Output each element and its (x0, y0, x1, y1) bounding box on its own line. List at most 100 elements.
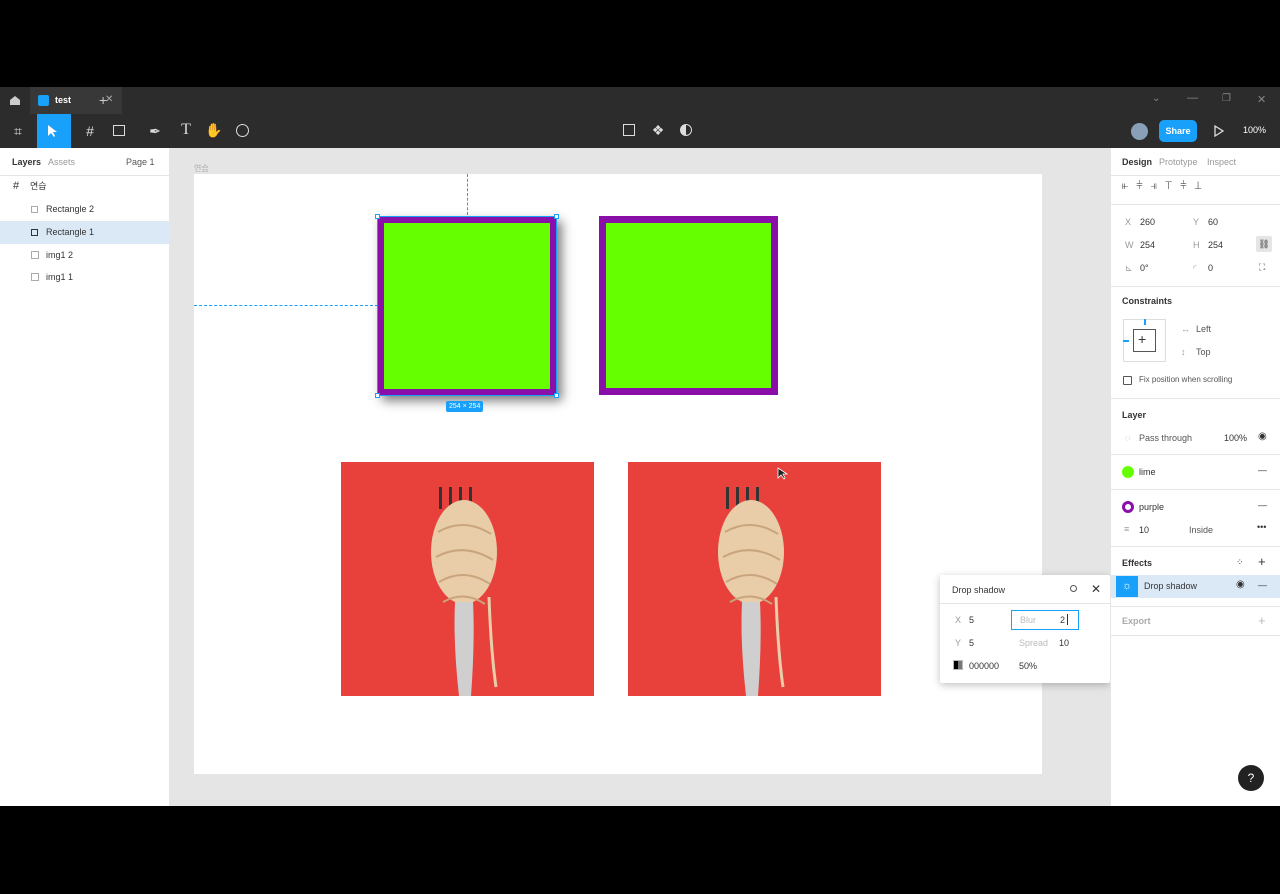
width-input[interactable]: 254 (1140, 240, 1155, 250)
vertical-constraint-select[interactable]: Top (1196, 347, 1211, 357)
main-menu-icon[interactable]: ⌗ (8, 123, 28, 139)
file-tab-title: test (55, 95, 72, 105)
align-icons[interactable]: ⫦⫩⫣⊤⫩⊥ (1122, 180, 1210, 193)
layer-img1-2[interactable]: img1 2 (0, 244, 170, 267)
properties-panel: Design Prototype Inspect ⫦⫩⫣⊤⫩⊥ X 260 Y … (1110, 148, 1280, 806)
file-tab[interactable]: test ✕ (30, 87, 122, 114)
layer-img1-1[interactable]: img1 1 (0, 266, 170, 289)
layer-rectangle-2[interactable]: Rectangle 2 (0, 198, 170, 221)
minus-icon[interactable]: — (1258, 500, 1267, 510)
selection-box (377, 216, 557, 396)
independent-corners-icon[interactable]: ⛶ (1259, 262, 1265, 273)
vertical-constraint-icon: ↕ (1181, 347, 1186, 357)
style-icon[interactable] (1070, 585, 1077, 592)
minus-icon[interactable]: — (1258, 580, 1267, 590)
tab-prototype[interactable]: Prototype (1159, 157, 1198, 167)
layer-frame[interactable]: # 연습 (0, 175, 170, 198)
drop-shadow-popup: Drop shadow ✕ X 5 Blur 2 Y 5 Spread 10 0… (940, 575, 1110, 683)
effect-type-select[interactable]: Drop shadow (1144, 581, 1197, 591)
play-icon[interactable] (1214, 125, 1224, 137)
rectangle-tool-icon[interactable] (113, 125, 125, 136)
resize-handle[interactable] (554, 393, 559, 398)
tab-design[interactable]: Design (1122, 157, 1152, 167)
shadow-opacity-input[interactable]: 50% (1019, 661, 1037, 671)
tab-assets[interactable]: Assets (48, 157, 75, 167)
blend-icon: ◌ (1125, 433, 1131, 443)
blur-input[interactable]: Blur 2 (1011, 610, 1079, 630)
lime-swatch[interactable] (1122, 466, 1134, 478)
close-window-icon[interactable]: ✕ (1257, 93, 1266, 106)
x-input[interactable]: 260 (1140, 217, 1155, 227)
comment-tool-icon[interactable] (236, 124, 249, 137)
avatar[interactable] (1131, 123, 1148, 140)
restore-icon[interactable]: ❐ (1222, 93, 1231, 104)
eye-icon[interactable]: ◉ (1236, 579, 1245, 590)
share-button[interactable]: Share (1159, 120, 1197, 142)
fix-position-checkbox[interactable] (1123, 376, 1132, 385)
tab-inspect[interactable]: Inspect (1207, 157, 1236, 167)
shadow-y-input[interactable]: 5 (969, 638, 974, 648)
y-label: Y (955, 638, 962, 648)
minus-icon[interactable]: — (1258, 465, 1267, 475)
text-tool-icon[interactable]: T (176, 122, 196, 138)
home-icon[interactable] (9, 95, 21, 106)
help-button[interactable]: ? (1238, 765, 1264, 791)
resize-handle[interactable] (375, 393, 380, 398)
constraint-widget[interactable]: + (1123, 319, 1166, 362)
tab-layers[interactable]: Layers (12, 157, 41, 167)
purple-stroke-swatch[interactable] (1122, 501, 1134, 513)
y-input[interactable]: 60 (1208, 217, 1218, 227)
contrast-icon[interactable] (680, 124, 692, 136)
stroke-style-name[interactable]: purple (1139, 502, 1164, 512)
new-tab-icon[interactable]: + (99, 92, 107, 108)
move-tool-button[interactable] (37, 114, 71, 148)
layer-opacity-input[interactable]: 100% (1224, 433, 1247, 443)
eye-icon[interactable]: ◉ (1258, 431, 1267, 442)
stroke-weight-icon: ≡ (1124, 524, 1130, 534)
height-input[interactable]: 254 (1208, 240, 1223, 250)
measure-guide-vertical (467, 174, 468, 215)
image-fork-noodles-2[interactable] (628, 462, 881, 696)
crop-icon[interactable] (623, 124, 635, 136)
image-fork-noodles-1[interactable] (341, 462, 594, 696)
component-icon[interactable]: ❖ (650, 122, 666, 138)
style-grid-icon[interactable]: ⁘ (1236, 557, 1244, 568)
fill-style-name[interactable]: lime (1139, 467, 1156, 477)
more-icon[interactable]: ••• (1257, 522, 1266, 532)
popup-title: Drop shadow (952, 585, 1006, 595)
add-effect-icon[interactable]: + (1258, 554, 1266, 569)
shadow-color-input[interactable]: 000000 (969, 661, 999, 671)
pen-tool-icon[interactable]: ✒ (144, 123, 166, 139)
text-caret (1067, 614, 1068, 625)
stroke-weight-input[interactable]: 10 (1139, 525, 1149, 535)
toolbar: ⌗ # ✒ T ✋ ❖ Share 100% (0, 114, 1280, 148)
plus-icon: + (1138, 331, 1147, 347)
page-selector[interactable]: Page 1 (126, 157, 155, 167)
spread-input[interactable]: 10 (1059, 638, 1069, 648)
frame-label[interactable]: 연습 (194, 163, 209, 174)
hand-tool-icon[interactable]: ✋ (204, 122, 224, 138)
corner-radius-input[interactable]: 0 (1208, 263, 1213, 273)
shadow-x-input[interactable]: 5 (969, 615, 974, 625)
resize-handle[interactable] (554, 214, 559, 219)
rotation-input[interactable]: 0° (1140, 263, 1149, 273)
sun-icon[interactable]: ☼ (1116, 576, 1138, 597)
frame-tool-icon[interactable]: # (78, 123, 102, 139)
minimize-icon[interactable]: — (1187, 92, 1198, 104)
horizontal-constraint-icon: ↔ (1181, 324, 1190, 334)
blend-mode-select[interactable]: Pass through (1139, 433, 1192, 443)
layer-rectangle-1[interactable]: Rectangle 1 (0, 221, 170, 244)
rectangle-2[interactable] (599, 216, 778, 395)
constrain-proportions-icon[interactable]: ⛓ (1256, 236, 1272, 252)
chevron-down-icon[interactable]: ⌄ (1152, 93, 1160, 104)
horizontal-constraint-select[interactable]: Left (1196, 324, 1211, 334)
add-export-icon[interactable]: + (1258, 613, 1266, 628)
constraints-title: Constraints (1122, 296, 1173, 306)
effect-row[interactable]: ☼ Drop shadow ◉ — (1111, 575, 1280, 598)
stroke-align-select[interactable]: Inside (1189, 525, 1213, 535)
close-icon[interactable]: ✕ (1091, 582, 1101, 596)
color-swatch[interactable] (953, 660, 963, 670)
size-badge: 254 × 254 (446, 401, 484, 412)
zoom-level[interactable]: 100% (1243, 125, 1266, 135)
resize-handle[interactable] (375, 214, 380, 219)
